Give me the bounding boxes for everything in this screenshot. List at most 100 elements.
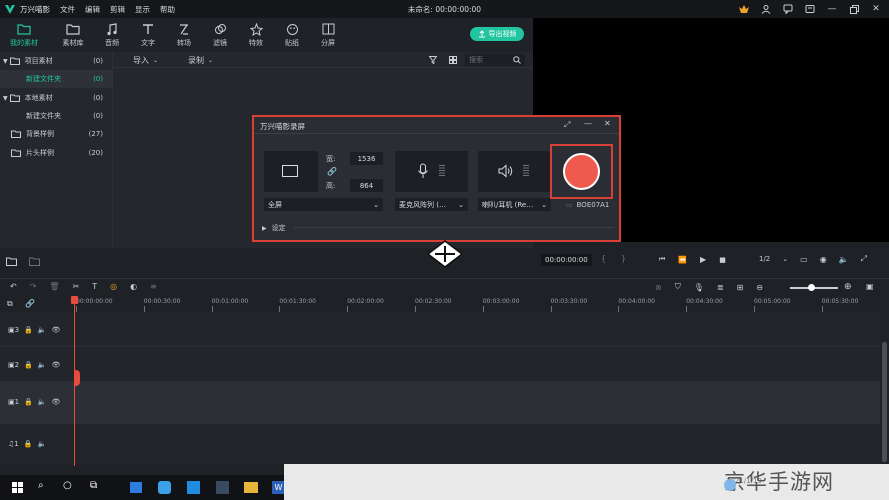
task-view-icon[interactable]: ○: [63, 480, 72, 491]
speaker-toggle[interactable]: [478, 151, 551, 192]
zoom-ratio[interactable]: 1/2: [759, 255, 770, 263]
microphone-toggle[interactable]: [395, 151, 468, 192]
library-item-project[interactable]: ▼ 项目素材 (0): [0, 52, 113, 70]
visibility-icon[interactable]: 👁: [52, 398, 61, 406]
tab-effects[interactable]: 特效: [238, 21, 274, 48]
tab-split-screen[interactable]: 分屏: [310, 21, 346, 48]
add-track-icon[interactable]: ⧉: [7, 299, 13, 309]
render-icon[interactable]: ⊛: [655, 283, 662, 292]
visibility-icon[interactable]: 👁: [52, 326, 61, 334]
text-tool-icon[interactable]: T: [92, 282, 97, 291]
audio-settings-icon[interactable]: ≣: [717, 283, 724, 292]
import-dropdown[interactable]: 导入 ⌄: [133, 55, 158, 66]
microphone-icon[interactable]: 🎙: [694, 283, 704, 292]
settings-expander[interactable]: ▶ 设定: [262, 223, 286, 233]
dialog-close-icon[interactable]: ✕: [604, 119, 611, 128]
vip-icon[interactable]: [737, 3, 751, 15]
lock-icon[interactable]: 🔒: [24, 361, 33, 369]
audio-mix-icon[interactable]: ≡: [150, 282, 157, 291]
width-input[interactable]: 1536: [350, 152, 383, 165]
play-icon[interactable]: ▶: [700, 255, 706, 264]
library-item-intro[interactable]: 片头样例 (20): [0, 144, 113, 162]
grid-view-icon[interactable]: [449, 56, 457, 64]
search-icon[interactable]: [513, 56, 521, 64]
app-icon-3[interactable]: [187, 481, 200, 494]
library-item-new-folder[interactable]: 新建文件夹 (0): [0, 70, 113, 88]
folder-outline-icon[interactable]: [29, 257, 40, 266]
tab-text[interactable]: 文字: [130, 21, 166, 48]
snapshot-icon[interactable]: ◉: [820, 255, 827, 264]
cut-icon[interactable]: ✂: [73, 282, 80, 291]
record-button[interactable]: [563, 153, 600, 190]
undo-icon[interactable]: ↶: [10, 282, 17, 291]
visibility-icon[interactable]: 👁: [52, 361, 61, 369]
capture-area-selector[interactable]: [264, 151, 318, 192]
tab-library[interactable]: 素材库: [55, 21, 91, 48]
windows-start-icon[interactable]: [12, 482, 23, 493]
height-input[interactable]: 864: [350, 179, 383, 192]
zoom-out-icon[interactable]: ⊖: [756, 283, 763, 292]
tab-my-media[interactable]: 我的素材: [6, 21, 42, 48]
audio-track-1[interactable]: ♫1 🔒 🔈: [0, 424, 880, 464]
step-back-icon[interactable]: ⏪: [678, 256, 687, 264]
display-selector[interactable]: ▭ BOE07A1: [566, 201, 609, 209]
new-folder-icon[interactable]: [6, 257, 17, 266]
video-track-2[interactable]: ▣2 🔒 🔈 👁: [0, 347, 880, 382]
expand-icon[interactable]: ⤢: [564, 120, 570, 130]
app-icon-1[interactable]: [130, 482, 142, 493]
lock-icon[interactable]: 🔒: [24, 398, 33, 406]
video-track-3[interactable]: ▣3 🔒 🔈 👁: [0, 312, 880, 347]
speed-icon[interactable]: ◐: [130, 282, 137, 291]
color-icon[interactable]: ◎: [110, 282, 117, 291]
mute-icon[interactable]: 🔈: [37, 440, 46, 448]
monitor-icon[interactable]: ▭: [800, 255, 808, 264]
tab-sticker[interactable]: 贴纸: [274, 21, 310, 48]
multitask-icon[interactable]: ⧉: [90, 480, 97, 491]
microphone-dropdown[interactable]: 麦克风阵列 (… ⌄: [395, 198, 468, 211]
tab-audio[interactable]: 音频: [94, 21, 130, 48]
filter-funnel-icon[interactable]: [429, 56, 437, 64]
redo-icon[interactable]: ↷: [30, 282, 37, 291]
playhead-handle[interactable]: [71, 296, 78, 304]
mark-in-icon[interactable]: {: [601, 254, 606, 263]
fullscreen-icon[interactable]: ⤢: [861, 254, 867, 264]
mark-out-icon[interactable]: }: [621, 254, 626, 263]
video-track-1[interactable]: ▣1 🔒 🔈 👁: [0, 382, 880, 424]
timeline-ruler[interactable]: ⧉ 🔗 00:00:00:00 00:00:30:00 00:01:00:00 00:…: [0, 296, 889, 312]
mute-icon[interactable]: 🔈: [38, 398, 47, 406]
zoom-slider-handle[interactable]: [808, 284, 815, 291]
prev-frame-icon[interactable]: ⏮: [659, 255, 665, 264]
capture-mode-dropdown[interactable]: 全屏 ⌄: [264, 198, 383, 211]
dialog-minimize-icon[interactable]: —: [584, 119, 592, 128]
library-item-local[interactable]: ▼ 本地素材 (0): [0, 89, 113, 107]
close-icon[interactable]: ✕: [869, 3, 883, 15]
restore-icon[interactable]: [847, 3, 861, 15]
fit-icon[interactable]: ▣: [866, 282, 874, 291]
notification-icon[interactable]: [803, 3, 817, 15]
tab-filter[interactable]: 滤镜: [202, 21, 238, 48]
lock-icon[interactable]: 🔒: [24, 326, 33, 334]
mute-icon[interactable]: 🔈: [38, 326, 47, 334]
stop-icon[interactable]: ■: [719, 256, 726, 264]
file-explorer-icon[interactable]: [244, 482, 258, 493]
shield-icon[interactable]: ⛉: [675, 282, 681, 292]
speaker-dropdown[interactable]: 喇叭/耳机 (Re… ⌄: [478, 198, 551, 211]
snapshot-tool-icon[interactable]: ⊞: [737, 283, 744, 292]
library-item-new-folder-local[interactable]: 新建文件夹 (0): [0, 107, 113, 125]
search-icon[interactable]: ⌕: [38, 480, 44, 491]
zoom-in-icon[interactable]: ⊕: [844, 282, 852, 292]
timeline-marker[interactable]: [74, 370, 80, 386]
export-button[interactable]: 导出视频: [470, 27, 524, 41]
app-icon-4[interactable]: [216, 481, 229, 494]
minimize-icon[interactable]: —: [825, 3, 839, 15]
mute-icon[interactable]: 🔈: [38, 361, 47, 369]
link-icon[interactable]: 🔗: [25, 299, 35, 308]
library-item-background[interactable]: 背景样例 (27): [0, 125, 113, 143]
link-ratio-icon[interactable]: 🔗: [327, 167, 337, 176]
account-icon[interactable]: [759, 3, 773, 15]
record-dropdown[interactable]: 录制 ⌄: [188, 55, 213, 66]
tab-transition[interactable]: 转场: [166, 21, 202, 48]
delete-icon[interactable]: 🗑: [49, 282, 59, 291]
app-icon-2[interactable]: [158, 481, 171, 494]
volume-icon[interactable]: 🔈: [839, 255, 849, 264]
